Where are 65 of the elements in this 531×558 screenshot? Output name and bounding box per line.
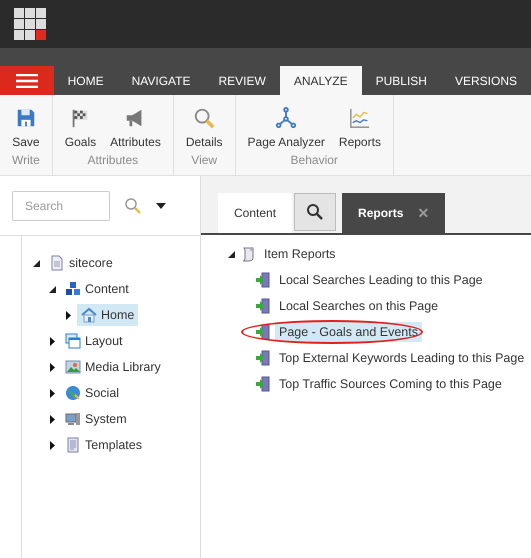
computer-icon	[65, 411, 81, 427]
group-label: Attributes	[87, 153, 138, 167]
menu-icon[interactable]	[16, 74, 38, 88]
ribbon-button[interactable]: Attributes	[110, 95, 161, 153]
group-label: Behavior	[290, 153, 338, 167]
group-label: View	[191, 153, 218, 167]
cubes-icon	[65, 281, 81, 297]
collapsed-arrow-icon[interactable]	[48, 388, 57, 398]
tree-item[interactable]: Content	[61, 278, 133, 300]
globe-icon	[65, 385, 81, 401]
ribbon-tab[interactable]: HOME	[54, 66, 118, 95]
report-item[interactable]: Top External Keywords Leading to this Page	[275, 348, 528, 368]
network-icon	[275, 107, 298, 129]
image-icon	[65, 359, 81, 375]
tree-item[interactable]: Templates	[61, 434, 146, 456]
document-icon	[49, 255, 65, 271]
report-item[interactable]: Page - Goals and Events	[275, 322, 422, 342]
ribbon-tab[interactable]: ANALYZE	[280, 66, 362, 95]
report-door-icon	[255, 272, 271, 288]
group-label: Write	[12, 153, 40, 167]
expanded-arrow-icon[interactable]	[227, 250, 236, 258]
report-item[interactable]: Top Traffic Sources Coming to this Page	[275, 374, 506, 394]
house-icon	[81, 307, 97, 323]
report-item[interactable]: Local Searches on this Page	[275, 296, 442, 316]
collapsed-arrow-icon[interactable]	[48, 414, 57, 424]
ribbon-button[interactable]: Save	[12, 95, 40, 153]
app-logo-icon[interactable]	[14, 8, 46, 40]
collapsed-arrow-icon[interactable]	[64, 310, 73, 320]
report-item[interactable]: Local Searches Leading to this Page	[275, 270, 487, 290]
tree-item[interactable]: Layout	[61, 330, 127, 352]
collapsed-arrow-icon[interactable]	[48, 362, 57, 372]
tree-item[interactable]: Social	[61, 382, 124, 404]
windows-icon	[65, 333, 81, 349]
search-icon[interactable]	[306, 203, 324, 221]
tree-item[interactable]: Media Library	[61, 356, 165, 378]
ribbon-tab[interactable]: NAVIGATE	[118, 66, 204, 95]
report-door-icon	[255, 376, 271, 392]
collapsed-arrow-icon[interactable]	[48, 440, 57, 450]
dropdown-caret-icon[interactable]	[156, 202, 166, 208]
ribbon-button[interactable]: Reports	[338, 95, 381, 153]
ribbon-tab[interactable]: VERSIONS	[440, 66, 531, 95]
search-icon	[193, 107, 216, 129]
line-chart-icon	[348, 107, 371, 129]
report-door-icon	[255, 324, 271, 340]
report-door-icon	[255, 350, 271, 366]
editor-tab[interactable]: Content	[218, 193, 292, 233]
scroll-icon	[240, 246, 256, 262]
document-list-icon	[65, 437, 81, 453]
menu-button[interactable]	[0, 66, 54, 95]
ribbon-button[interactable]: Page Analyzer	[248, 95, 325, 153]
tree-item[interactable]: Home	[77, 304, 138, 326]
ribbon-button[interactable]: Goals	[64, 95, 96, 153]
tree-item[interactable]: System	[61, 408, 131, 430]
tree-item[interactable]: sitecore	[45, 252, 117, 274]
expanded-arrow-icon[interactable]	[48, 284, 57, 294]
report-door-icon	[255, 298, 271, 314]
ribbon-tab[interactable]: PUBLISH	[362, 66, 441, 95]
ribbon-button[interactable]: Details	[186, 95, 223, 153]
editor-tab[interactable]: Reports ✕	[342, 193, 446, 233]
expanded-arrow-icon[interactable]	[32, 258, 41, 268]
collapsed-arrow-icon[interactable]	[48, 336, 57, 346]
tree-item[interactable]: Item Reports	[260, 244, 340, 264]
ribbon-tab[interactable]: REVIEW	[204, 66, 280, 95]
search-field[interactable]: Search	[12, 190, 110, 220]
search-tab[interactable]	[294, 193, 336, 231]
